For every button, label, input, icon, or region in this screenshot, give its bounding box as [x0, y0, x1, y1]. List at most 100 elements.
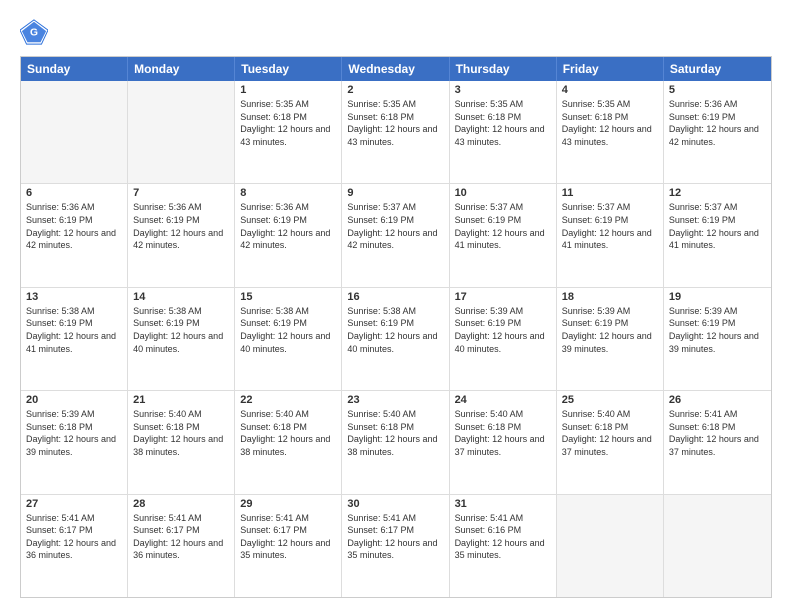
cal-cell: [664, 495, 771, 597]
week-row-3: 20 Sunrise: 5:39 AMSunset: 6:18 PMDayligh…: [21, 390, 771, 493]
day-number: 24: [455, 394, 551, 406]
day-info: Sunrise: 5:37 AMSunset: 6:19 PMDaylight:…: [562, 201, 658, 251]
day-info: Sunrise: 5:35 AMSunset: 6:18 PMDaylight:…: [240, 98, 336, 148]
day-info: Sunrise: 5:40 AMSunset: 6:18 PMDaylight:…: [562, 408, 658, 458]
cal-cell: [557, 495, 664, 597]
cal-cell: 24 Sunrise: 5:40 AMSunset: 6:18 PMDayligh…: [450, 391, 557, 493]
day-number: 28: [133, 498, 229, 510]
day-number: 12: [669, 187, 766, 199]
day-info: Sunrise: 5:40 AMSunset: 6:18 PMDaylight:…: [347, 408, 443, 458]
day-header-sunday: Sunday: [21, 57, 128, 81]
cal-cell: 12 Sunrise: 5:37 AMSunset: 6:19 PMDayligh…: [664, 184, 771, 286]
day-number: 23: [347, 394, 443, 406]
day-number: 26: [669, 394, 766, 406]
cal-cell: 1 Sunrise: 5:35 AMSunset: 6:18 PMDaylight…: [235, 81, 342, 183]
day-number: 6: [26, 187, 122, 199]
day-number: 1: [240, 84, 336, 96]
day-info: Sunrise: 5:36 AMSunset: 6:19 PMDaylight:…: [669, 98, 766, 148]
day-info: Sunrise: 5:40 AMSunset: 6:18 PMDaylight:…: [240, 408, 336, 458]
day-number: 30: [347, 498, 443, 510]
calendar-body: 1 Sunrise: 5:35 AMSunset: 6:18 PMDaylight…: [21, 81, 771, 597]
cal-cell: 31 Sunrise: 5:41 AMSunset: 6:16 PMDayligh…: [450, 495, 557, 597]
day-info: Sunrise: 5:41 AMSunset: 6:18 PMDaylight:…: [669, 408, 766, 458]
calendar-header: SundayMondayTuesdayWednesdayThursdayFrid…: [21, 57, 771, 81]
day-info: Sunrise: 5:35 AMSunset: 6:18 PMDaylight:…: [455, 98, 551, 148]
day-number: 10: [455, 187, 551, 199]
day-info: Sunrise: 5:41 AMSunset: 6:17 PMDaylight:…: [347, 512, 443, 562]
cal-cell: 5 Sunrise: 5:36 AMSunset: 6:19 PMDaylight…: [664, 81, 771, 183]
week-row-0: 1 Sunrise: 5:35 AMSunset: 6:18 PMDaylight…: [21, 81, 771, 183]
cal-cell: 8 Sunrise: 5:36 AMSunset: 6:19 PMDaylight…: [235, 184, 342, 286]
day-number: 19: [669, 291, 766, 303]
day-info: Sunrise: 5:37 AMSunset: 6:19 PMDaylight:…: [455, 201, 551, 251]
day-header-thursday: Thursday: [450, 57, 557, 81]
cal-cell: 23 Sunrise: 5:40 AMSunset: 6:18 PMDayligh…: [342, 391, 449, 493]
week-row-4: 27 Sunrise: 5:41 AMSunset: 6:17 PMDayligh…: [21, 494, 771, 597]
day-number: 27: [26, 498, 122, 510]
day-info: Sunrise: 5:38 AMSunset: 6:19 PMDaylight:…: [347, 305, 443, 355]
day-number: 29: [240, 498, 336, 510]
cal-cell: 11 Sunrise: 5:37 AMSunset: 6:19 PMDayligh…: [557, 184, 664, 286]
cal-cell: 25 Sunrise: 5:40 AMSunset: 6:18 PMDayligh…: [557, 391, 664, 493]
day-number: 4: [562, 84, 658, 96]
day-number: 17: [455, 291, 551, 303]
cal-cell: 10 Sunrise: 5:37 AMSunset: 6:19 PMDayligh…: [450, 184, 557, 286]
cal-cell: 9 Sunrise: 5:37 AMSunset: 6:19 PMDaylight…: [342, 184, 449, 286]
day-info: Sunrise: 5:39 AMSunset: 6:19 PMDaylight:…: [455, 305, 551, 355]
day-number: 31: [455, 498, 551, 510]
day-number: 2: [347, 84, 443, 96]
day-info: Sunrise: 5:38 AMSunset: 6:19 PMDaylight:…: [133, 305, 229, 355]
svg-text:G: G: [30, 28, 38, 39]
cal-cell: 4Sunrise: 5:35 AMSunset: 6:18 PMDaylight…: [557, 81, 664, 183]
cal-cell: 2 Sunrise: 5:35 AMSunset: 6:18 PMDaylight…: [342, 81, 449, 183]
cal-cell: 28 Sunrise: 5:41 AMSunset: 6:17 PMDayligh…: [128, 495, 235, 597]
logo: G: [20, 18, 52, 46]
cal-cell: [128, 81, 235, 183]
cal-cell: 6 Sunrise: 5:36 AMSunset: 6:19 PMDaylight…: [21, 184, 128, 286]
cal-cell: 30 Sunrise: 5:41 AMSunset: 6:17 PMDayligh…: [342, 495, 449, 597]
day-number: 8: [240, 187, 336, 199]
day-info: Sunrise: 5:41 AMSunset: 6:17 PMDaylight:…: [240, 512, 336, 562]
day-info: Sunrise: 5:41 AMSunset: 6:17 PMDaylight:…: [133, 512, 229, 562]
cal-cell: 20 Sunrise: 5:39 AMSunset: 6:18 PMDayligh…: [21, 391, 128, 493]
day-number: 15: [240, 291, 336, 303]
day-number: 5: [669, 84, 766, 96]
day-number: 14: [133, 291, 229, 303]
header: G: [20, 18, 772, 46]
cal-cell: 7Sunrise: 5:36 AMSunset: 6:19 PMDaylight…: [128, 184, 235, 286]
day-info: Sunrise: 5:35 AMSunset: 6:18 PMDaylight:…: [347, 98, 443, 148]
page: G SundayMondayTuesdayWednesdayThursdayFr…: [0, 0, 792, 612]
day-info: Sunrise: 5:41 AMSunset: 6:16 PMDaylight:…: [455, 512, 551, 562]
day-header-saturday: Saturday: [664, 57, 771, 81]
cal-cell: 29 Sunrise: 5:41 AMSunset: 6:17 PMDayligh…: [235, 495, 342, 597]
logo-icon: G: [20, 18, 48, 46]
day-info: Sunrise: 5:40 AMSunset: 6:18 PMDaylight:…: [133, 408, 229, 458]
day-info: Sunrise: 5:39 AMSunset: 6:18 PMDaylight:…: [26, 408, 122, 458]
day-number: 3: [455, 84, 551, 96]
day-number: 21: [133, 394, 229, 406]
day-header-tuesday: Tuesday: [235, 57, 342, 81]
week-row-2: 13 Sunrise: 5:38 AMSunset: 6:19 PMDayligh…: [21, 287, 771, 390]
day-number: 20: [26, 394, 122, 406]
cal-cell: 16 Sunrise: 5:38 AMSunset: 6:19 PMDayligh…: [342, 288, 449, 390]
day-number: 9: [347, 187, 443, 199]
day-info: Sunrise: 5:36 AMSunset: 6:19 PMDaylight:…: [240, 201, 336, 251]
day-header-friday: Friday: [557, 57, 664, 81]
day-number: 7: [133, 187, 229, 199]
day-info: Sunrise: 5:40 AMSunset: 6:18 PMDaylight:…: [455, 408, 551, 458]
cal-cell: 15 Sunrise: 5:38 AMSunset: 6:19 PMDayligh…: [235, 288, 342, 390]
day-number: 16: [347, 291, 443, 303]
cal-cell: 19Sunrise: 5:39 AMSunset: 6:19 PMDayligh…: [664, 288, 771, 390]
day-info: Sunrise: 5:37 AMSunset: 6:19 PMDaylight:…: [347, 201, 443, 251]
day-number: 11: [562, 187, 658, 199]
day-info: Sunrise: 5:37 AMSunset: 6:19 PMDaylight:…: [669, 201, 766, 251]
cal-cell: 14 Sunrise: 5:38 AMSunset: 6:19 PMDayligh…: [128, 288, 235, 390]
day-number: 25: [562, 394, 658, 406]
cal-cell: 3 Sunrise: 5:35 AMSunset: 6:18 PMDaylight…: [450, 81, 557, 183]
day-header-monday: Monday: [128, 57, 235, 81]
day-info: Sunrise: 5:38 AMSunset: 6:19 PMDaylight:…: [240, 305, 336, 355]
day-info: Sunrise: 5:36 AMSunset: 6:19 PMDaylight:…: [26, 201, 122, 251]
day-number: 13: [26, 291, 122, 303]
cal-cell: 21 Sunrise: 5:40 AMSunset: 6:18 PMDayligh…: [128, 391, 235, 493]
week-row-1: 6 Sunrise: 5:36 AMSunset: 6:19 PMDaylight…: [21, 183, 771, 286]
